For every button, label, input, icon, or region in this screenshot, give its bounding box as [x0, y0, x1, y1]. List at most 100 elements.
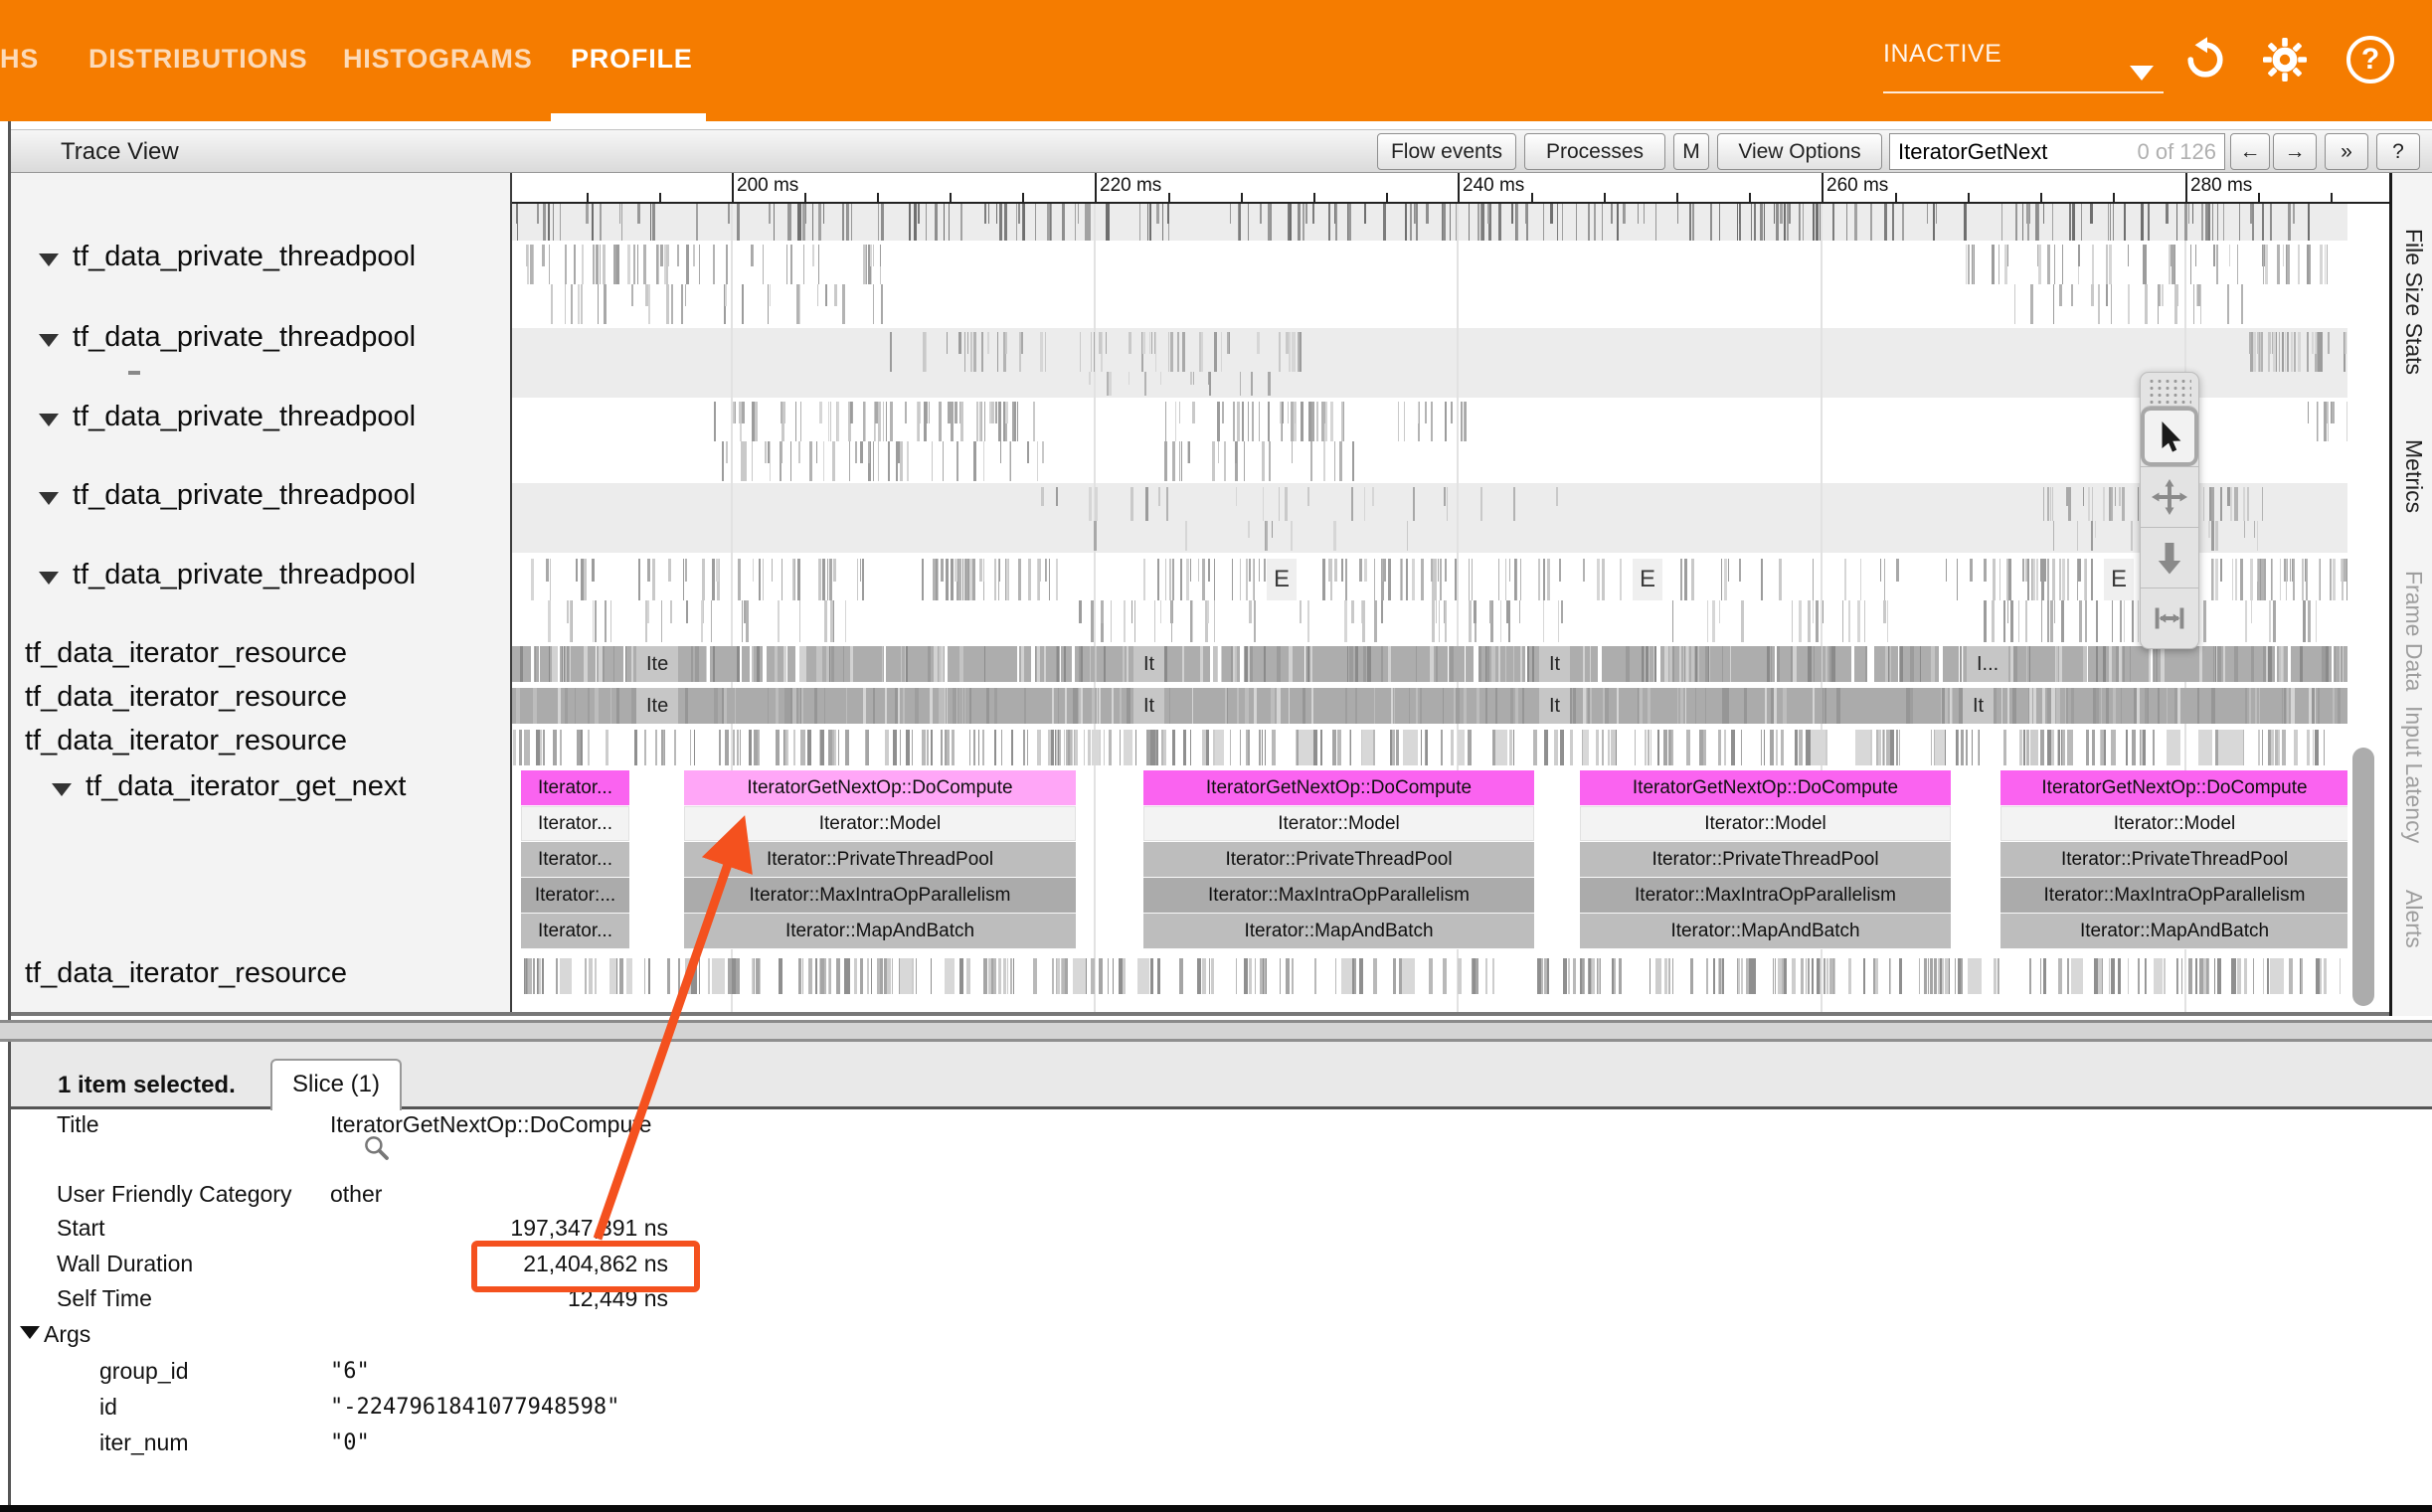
trace-slice[interactable]: Iterator::Model — [2000, 806, 2348, 842]
trace-slice[interactable]: Iterator... — [521, 770, 629, 806]
track-label[interactable]: tf_data_private_threadpool — [73, 479, 416, 512]
search-magnifier-icon[interactable] — [362, 1133, 392, 1168]
pan-tool[interactable] — [2141, 466, 2198, 527]
track-label[interactable]: tf_data_private_threadpool — [73, 401, 416, 433]
tab-histograms[interactable]: HISTOGRAMS — [343, 44, 533, 75]
trace-slice[interactable]: Iterator::MaxIntraOpParallelism — [684, 878, 1076, 914]
iterator-resource-row[interactable] — [512, 730, 2348, 765]
track-label[interactable]: tf_data_iterator_resource — [25, 637, 347, 670]
prev-result-button[interactable]: ← — [2230, 133, 2270, 170]
trace-event-tick — [1181, 441, 1182, 481]
trace-event-tick — [2213, 559, 2214, 600]
ruler-minor-tick — [2040, 193, 2042, 202]
trace-slice[interactable]: IteratorGetNextOp::DoCompute — [1580, 770, 1951, 806]
trace-slice[interactable]: Iterator:... — [521, 878, 629, 914]
trace-slice[interactable]: Iterator::Model — [684, 806, 1076, 842]
trace-slice[interactable]: Iterator::PrivateThreadPool — [684, 842, 1076, 878]
trace-slice[interactable]: Iterator::PrivateThreadPool — [1580, 842, 1951, 878]
tab-profile[interactable]: PROFILE — [571, 44, 693, 75]
trace-event-tick — [1406, 559, 1408, 600]
args-collapse-icon[interactable] — [20, 1326, 40, 1339]
collapse-arrow-icon[interactable] — [39, 572, 59, 585]
trace-event-tick — [1851, 646, 1854, 682]
gear-icon[interactable] — [2261, 36, 2309, 84]
right-tab-frame-data[interactable]: Frame Data — [2400, 571, 2427, 691]
run-selector[interactable]: INACTIVE — [1883, 40, 2001, 69]
right-tab-input-latency[interactable]: Input Latency — [2400, 706, 2427, 843]
trace-slice[interactable]: Iterator::MaxIntraOpParallelism — [2000, 878, 2348, 914]
iterator-resource-row[interactable] — [512, 688, 2348, 724]
trace-slice[interactable]: Iterator::PrivateThreadPool — [2000, 842, 2348, 878]
refresh-icon[interactable] — [2181, 36, 2229, 84]
trace-event-tick — [814, 688, 817, 724]
trace-event-tick — [2263, 958, 2264, 994]
button-view-options[interactable]: View Options — [1717, 133, 1882, 170]
help-button[interactable]: ? — [2376, 133, 2420, 170]
collapse-arrow-icon[interactable] — [39, 414, 59, 426]
trace-slice[interactable]: IteratorGetNextOp::DoCompute — [2000, 770, 2348, 806]
track-label[interactable]: tf_data_iterator_resource — [25, 957, 347, 990]
track-label[interactable]: tf_data_iterator_resource — [25, 681, 347, 714]
track-label[interactable]: tf_data_private_threadpool — [73, 559, 416, 591]
track-label[interactable]: tf_data_private_threadpool — [73, 321, 416, 354]
trace-event-tick — [2103, 487, 2105, 521]
trace-event-tick — [1522, 688, 1524, 724]
tab-hs[interactable]: HS — [0, 44, 39, 75]
trace-event-tick — [1248, 204, 1249, 241]
trace-slice[interactable]: Iterator::PrivateThreadPool — [1143, 842, 1534, 878]
trace-slice[interactable]: Iterator::MapAndBatch — [684, 914, 1076, 949]
search-box[interactable]: IteratorGetNext0 of 126 — [1889, 133, 2225, 170]
button-flow-events[interactable]: Flow events — [1377, 133, 1516, 170]
track-label[interactable]: tf_data_iterator_get_next — [86, 770, 406, 803]
trace-slice[interactable]: Iterator... — [521, 842, 629, 878]
trace-slice[interactable]: IteratorGetNextOp::DoCompute — [1143, 770, 1534, 806]
trace-slice[interactable]: Iterator::Model — [1580, 806, 1951, 842]
trace-slice[interactable]: Iterator::MaxIntraOpParallelism — [1580, 878, 1951, 914]
selection-tool[interactable] — [2141, 406, 2198, 466]
event-marker-e[interactable]: E — [1267, 559, 1297, 600]
trace-slice[interactable]: Iterator::MaxIntraOpParallelism — [1143, 878, 1534, 914]
search-input[interactable]: IteratorGetNext — [1890, 139, 2137, 165]
right-tab-alerts[interactable]: Alerts — [2400, 890, 2427, 948]
zoom-tool[interactable] — [2141, 527, 2198, 588]
iterator-resource-row[interactable] — [512, 646, 2348, 682]
trace-slice[interactable]: Iterator::Model — [1143, 806, 1534, 842]
trace-event-tick — [2277, 245, 2280, 284]
trace-slice[interactable]: Iterator::MapAndBatch — [2000, 914, 2348, 949]
tab-distributions[interactable]: DISTRIBUTIONS — [88, 44, 307, 75]
event-marker-e[interactable]: E — [2104, 559, 2134, 600]
next-result-button[interactable]: → — [2273, 133, 2317, 170]
trace-event-tick — [1705, 688, 1706, 724]
trace-slice[interactable]: Iterator::MapAndBatch — [1580, 914, 1951, 949]
panel-separator[interactable] — [0, 1020, 2432, 1042]
chevron-down-icon[interactable] — [2130, 66, 2154, 81]
collapse-arrow-icon[interactable] — [52, 783, 72, 796]
trace-event-tick — [896, 441, 898, 481]
trace-slice[interactable]: IteratorGetNextOp::DoCompute — [684, 770, 1076, 806]
palette-drag-handle[interactable] — [2148, 378, 2191, 404]
tab-slice[interactable]: Slice (1) — [270, 1059, 402, 1110]
collapse-arrow-icon[interactable] — [39, 253, 59, 266]
trace-timeline[interactable]: IteItItI...IteItItItEEEIterator...Iterat… — [512, 173, 2389, 1016]
trace-event-tick — [1771, 646, 1772, 682]
trace-event-tick — [1625, 204, 1626, 224]
button-processes[interactable]: Processes — [1524, 133, 1665, 170]
trace-event-tick — [1672, 646, 1674, 682]
iterator-resource-row[interactable] — [512, 958, 2348, 994]
timing-tool[interactable] — [2141, 588, 2198, 648]
track-label[interactable]: tf_data_private_threadpool — [73, 241, 416, 273]
event-marker-e[interactable]: E — [1633, 559, 1662, 600]
trace-slice[interactable]: Iterator... — [521, 806, 629, 842]
trace-slice[interactable]: Iterator::MapAndBatch — [1143, 914, 1534, 949]
trace-slice[interactable]: Iterator... — [521, 914, 629, 949]
help-icon[interactable]: ? — [2346, 36, 2394, 84]
right-tab-metrics[interactable]: Metrics — [2400, 439, 2427, 513]
trace-event-tick — [792, 688, 796, 724]
track-label[interactable]: tf_data_iterator_resource — [25, 725, 347, 757]
button-m[interactable]: M — [1673, 133, 1709, 170]
collapse-arrow-icon[interactable] — [39, 334, 59, 347]
right-tab-file-size-stats[interactable]: File Size Stats — [2400, 229, 2427, 375]
more-button[interactable]: » — [2325, 133, 2368, 170]
collapse-arrow-icon[interactable] — [39, 492, 59, 505]
vertical-scrollbar[interactable] — [2352, 748, 2374, 1006]
